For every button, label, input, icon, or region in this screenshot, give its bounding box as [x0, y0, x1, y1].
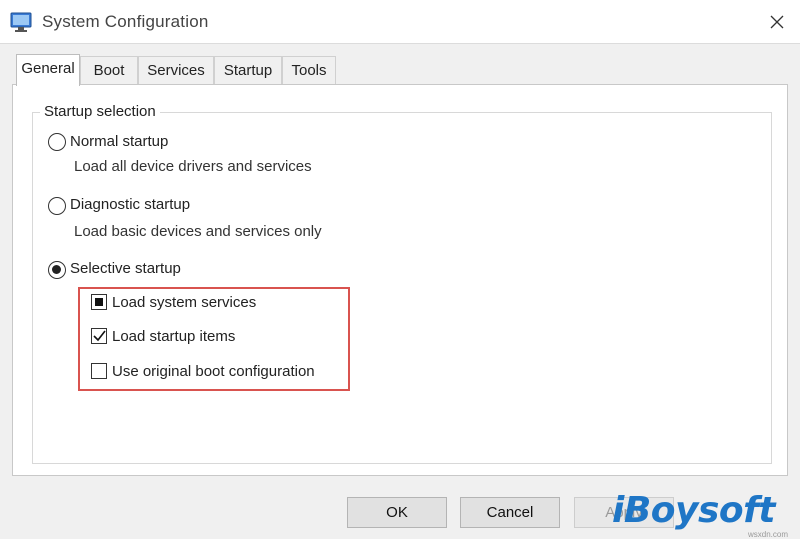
tab-boot[interactable]: Boot	[80, 56, 138, 84]
use-original-boot-config-checkbox[interactable]	[91, 363, 107, 379]
title-bar: System Configuration	[0, 0, 800, 44]
tab-startup[interactable]: Startup	[214, 56, 282, 84]
brand-watermark: iBoysoft	[612, 490, 776, 531]
tab-general[interactable]: General	[16, 54, 80, 86]
load-startup-items-checkbox[interactable]	[91, 328, 107, 344]
checkmark-icon	[93, 330, 106, 342]
site-watermark: wsxdn.com	[748, 530, 789, 539]
msconfig-icon	[10, 12, 32, 32]
load-system-services-label[interactable]: Load system services	[112, 294, 256, 311]
diagnostic-startup-description: Load basic devices and services only	[74, 223, 322, 240]
startup-selection-legend: Startup selection	[40, 103, 160, 120]
diagnostic-startup-label[interactable]: Diagnostic startup	[70, 196, 190, 213]
selective-startup-label[interactable]: Selective startup	[70, 260, 181, 277]
normal-startup-label[interactable]: Normal startup	[70, 133, 168, 150]
cancel-button[interactable]: Cancel	[460, 497, 560, 528]
load-system-services-checkbox[interactable]	[91, 294, 107, 310]
use-original-boot-config-label[interactable]: Use original boot configuration	[112, 363, 315, 380]
normal-startup-description: Load all device drivers and services	[74, 158, 312, 175]
load-startup-items-label[interactable]: Load startup items	[112, 328, 235, 345]
normal-startup-radio[interactable]	[48, 133, 66, 151]
window-title: System Configuration	[42, 12, 209, 31]
ok-button[interactable]: OK	[347, 497, 447, 528]
diagnostic-startup-radio[interactable]	[48, 197, 66, 215]
tab-tools[interactable]: Tools	[282, 56, 336, 84]
tab-services[interactable]: Services	[138, 56, 214, 84]
selective-startup-radio[interactable]	[48, 261, 66, 279]
close-icon[interactable]	[758, 6, 796, 38]
